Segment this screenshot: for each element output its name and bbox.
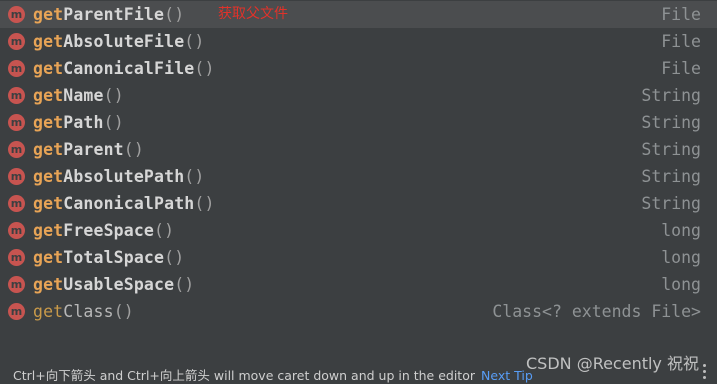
return-type: long xyxy=(661,248,701,267)
method-parens: () xyxy=(164,248,185,267)
method-name: getAbsoluteFile() xyxy=(33,28,204,55)
method-name-rest: Path xyxy=(63,113,104,132)
return-type: long xyxy=(661,275,701,294)
method-parens: () xyxy=(184,32,205,51)
method-name-match-prefix: get xyxy=(33,32,64,51)
method-parens: () xyxy=(194,194,215,213)
method-icon: m xyxy=(8,87,25,104)
method-name-rest: CanonicalPath xyxy=(63,194,195,213)
completion-item[interactable]: m getPath() String xyxy=(0,109,717,136)
method-parens: () xyxy=(113,302,134,321)
completion-item[interactable]: m getAbsoluteFile() File xyxy=(0,28,717,55)
method-parens: () xyxy=(184,167,205,186)
method-name-rest: Name xyxy=(63,86,104,105)
footer-hint-text: Ctrl+向下箭头 and Ctrl+向上箭头 will move caret … xyxy=(13,368,475,383)
return-type: String xyxy=(641,140,701,159)
completion-item[interactable]: m getUsableSpace() long xyxy=(0,271,717,298)
more-options-icon[interactable] xyxy=(703,364,707,380)
method-icon: m xyxy=(8,303,25,320)
method-icon: m xyxy=(8,60,25,77)
completion-item[interactable]: m getParent() String xyxy=(0,136,717,163)
method-name-rest: Parent xyxy=(63,140,124,159)
method-name: getClass() xyxy=(33,298,134,325)
method-name-rest: TotalSpace xyxy=(63,248,165,267)
method-icon: m xyxy=(8,276,25,293)
method-icon: m xyxy=(8,33,25,50)
completion-item[interactable]: m getParentFile() 获取父文件 File xyxy=(0,1,717,28)
return-type: String xyxy=(641,167,701,186)
completion-item[interactable]: m getCanonicalPath() String xyxy=(0,190,717,217)
method-parens: () xyxy=(154,221,175,240)
return-type: String xyxy=(641,113,701,132)
method-icon: m xyxy=(8,249,25,266)
method-name: getTotalSpace() xyxy=(33,244,184,271)
completion-item[interactable]: m getCanonicalFile() File xyxy=(0,55,717,82)
method-parens: () xyxy=(174,275,195,294)
method-name: getUsableSpace() xyxy=(33,271,194,298)
method-parens: () xyxy=(103,113,124,132)
method-name-match-prefix: get xyxy=(33,194,64,213)
method-name-match-prefix: get xyxy=(33,167,64,186)
method-name-match-prefix: get xyxy=(33,221,64,240)
return-type: String xyxy=(641,86,701,105)
completion-item[interactable]: m getAbsolutePath() String xyxy=(0,163,717,190)
method-icon: m xyxy=(8,141,25,158)
method-name: getCanonicalPath() xyxy=(33,190,215,217)
return-type: File xyxy=(661,5,701,24)
method-icon: m xyxy=(8,168,25,185)
method-icon: m xyxy=(8,114,25,131)
return-type: long xyxy=(661,221,701,240)
completion-list: m getParentFile() 获取父文件 File m getAbsoluteFil… xyxy=(0,1,717,325)
method-name-rest: CanonicalFile xyxy=(63,59,195,78)
method-name-match-prefix: get xyxy=(33,113,64,132)
method-name-rest: UsableSpace xyxy=(63,275,175,294)
method-name-match-prefix: get xyxy=(33,140,64,159)
method-name-match-prefix: get xyxy=(33,275,64,294)
method-name-match-prefix: get xyxy=(33,302,64,321)
method-name-match-prefix: get xyxy=(33,86,64,105)
method-name-match-prefix: get xyxy=(33,5,64,24)
method-name-rest: AbsoluteFile xyxy=(63,32,185,51)
method-name: getCanonicalFile() xyxy=(33,55,215,82)
annotation-text: 获取父文件 xyxy=(218,6,288,22)
method-name: getPath() xyxy=(33,109,124,136)
method-parens: () xyxy=(123,140,144,159)
method-icon: m xyxy=(8,6,25,23)
method-name-match-prefix: get xyxy=(33,59,64,78)
method-parens: () xyxy=(164,5,185,24)
next-tip-link[interactable]: Next Tip xyxy=(481,368,533,383)
return-type: Class<? extends File> xyxy=(492,302,701,321)
method-parens: () xyxy=(194,59,215,78)
completion-item[interactable]: m getFreeSpace() long xyxy=(0,217,717,244)
completion-footer: Ctrl+向下箭头 and Ctrl+向上箭头 will move caret … xyxy=(0,362,717,384)
method-name-rest: AbsolutePath xyxy=(63,167,185,186)
method-name: getParent() xyxy=(33,136,144,163)
method-parens: () xyxy=(103,86,124,105)
method-name-match-prefix: get xyxy=(33,248,64,267)
completion-item[interactable]: m getTotalSpace() long xyxy=(0,244,717,271)
return-type: File xyxy=(661,32,701,51)
method-name-rest: FreeSpace xyxy=(63,221,155,240)
method-name: getName() xyxy=(33,82,124,109)
completion-item[interactable]: m getName() String xyxy=(0,82,717,109)
method-name: getFreeSpace() xyxy=(33,217,174,244)
return-type: String xyxy=(641,194,701,213)
method-icon: m xyxy=(8,195,25,212)
method-icon: m xyxy=(8,222,25,239)
method-name: getParentFile() xyxy=(33,1,184,28)
completion-item[interactable]: m getClass() Class<? extends File> xyxy=(0,298,717,325)
method-name: getAbsolutePath() xyxy=(33,163,204,190)
method-name-rest: ParentFile xyxy=(63,5,165,24)
method-name-rest: Class xyxy=(63,302,114,321)
code-completion-popup: m getParentFile() 获取父文件 File m getAbsoluteFil… xyxy=(0,0,717,384)
return-type: File xyxy=(661,59,701,78)
